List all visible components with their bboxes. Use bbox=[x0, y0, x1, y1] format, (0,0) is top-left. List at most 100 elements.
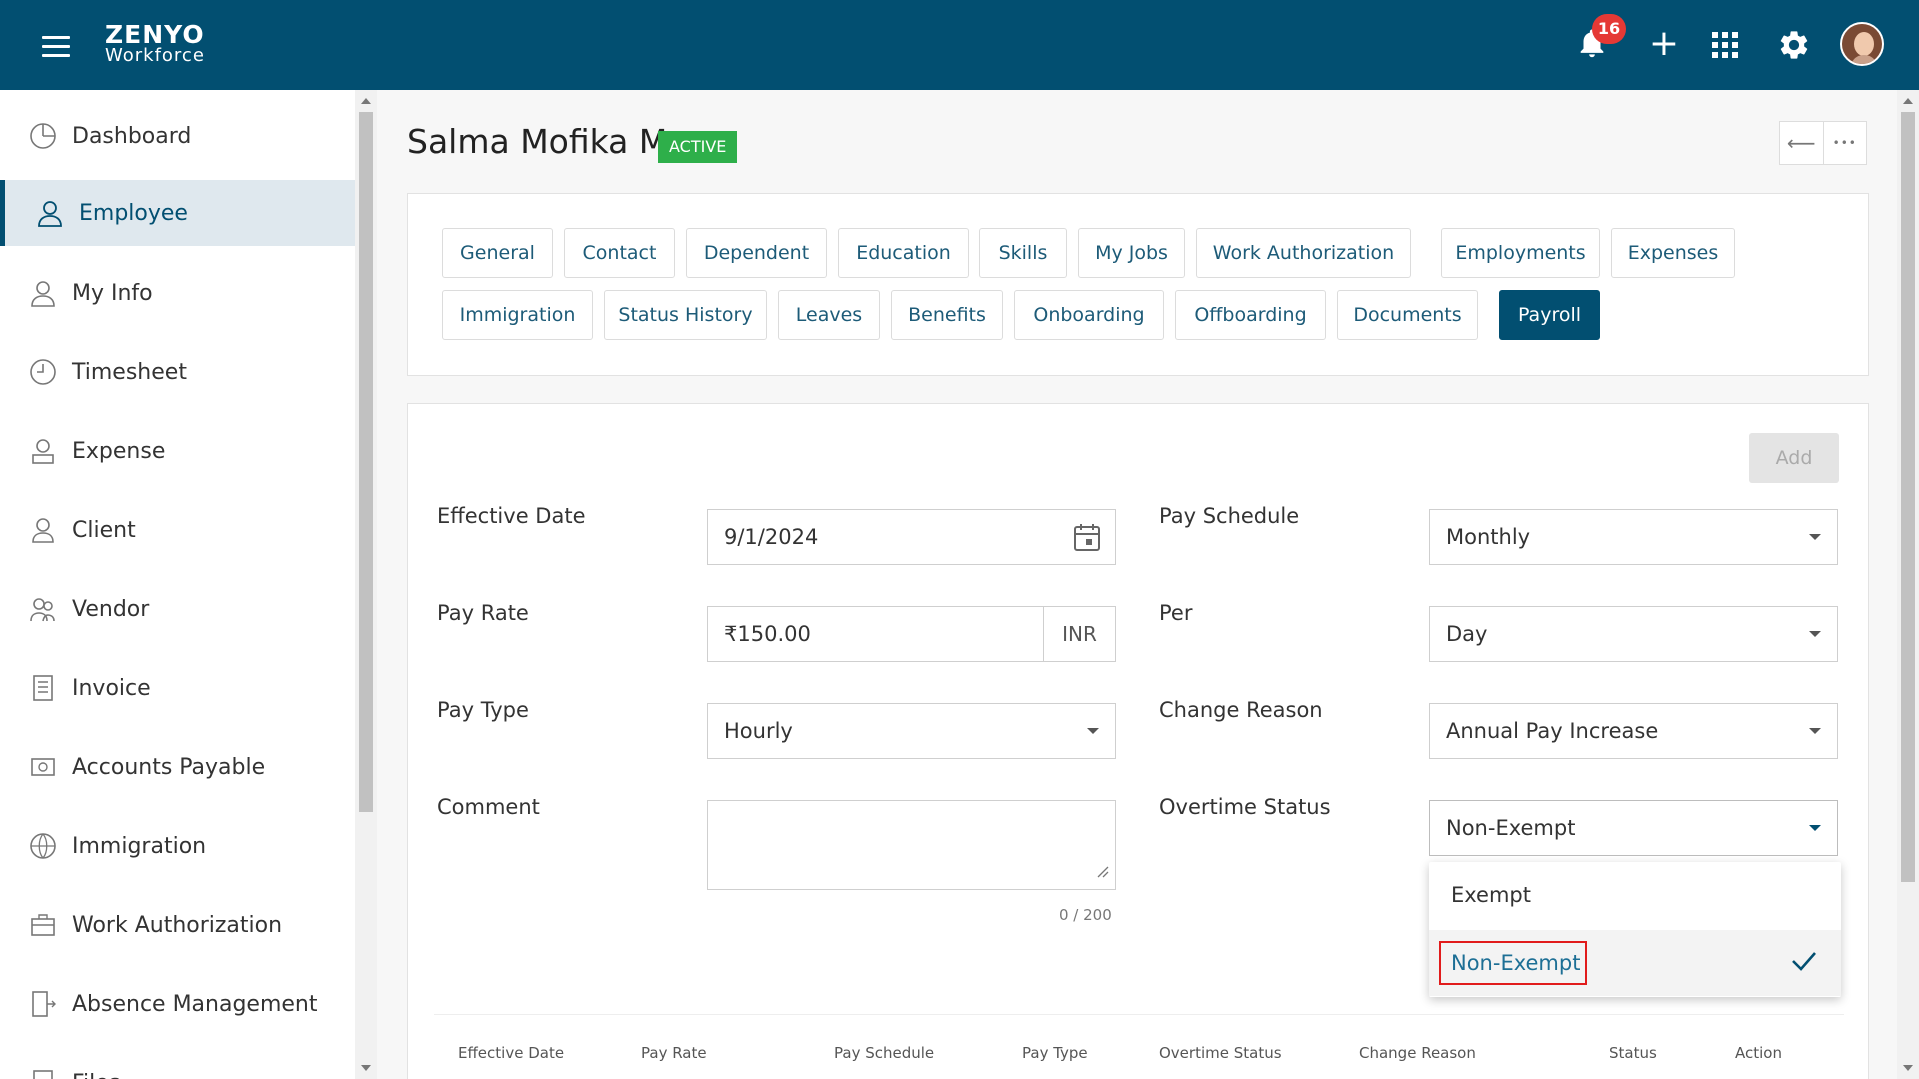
dropdown-option-exempt[interactable]: Exempt bbox=[1429, 862, 1841, 928]
column-header[interactable]: Overtime Status bbox=[1159, 1044, 1282, 1062]
sidebar-item-work-authorization[interactable]: Work Authorization bbox=[0, 892, 355, 958]
pay-rate-input[interactable]: ₹150.00 INR bbox=[707, 606, 1116, 662]
chevron-down-icon bbox=[1809, 534, 1821, 540]
add-button[interactable]: Add bbox=[1749, 433, 1839, 483]
main-scrollbar[interactable] bbox=[1897, 90, 1919, 1079]
tab-leaves[interactable]: Leaves bbox=[778, 290, 880, 340]
comment-textarea[interactable] bbox=[707, 800, 1116, 890]
tab-contact[interactable]: Contact bbox=[564, 228, 675, 278]
pay-rate-label: Pay Rate bbox=[437, 601, 529, 625]
column-header[interactable]: Change Reason bbox=[1359, 1044, 1476, 1062]
checkmark-icon bbox=[1791, 950, 1817, 977]
tab-offboarding[interactable]: Offboarding bbox=[1175, 290, 1326, 340]
calendar-icon[interactable] bbox=[1073, 522, 1101, 557]
overtime-status-label: Overtime Status bbox=[1159, 795, 1331, 819]
sidebar-item-timesheet[interactable]: Timesheet bbox=[0, 339, 355, 405]
sidebar-item-expense[interactable]: Expense bbox=[0, 418, 355, 484]
overtime-status-select[interactable]: Non-Exempt bbox=[1429, 800, 1838, 856]
effective-date-input[interactable]: 9/1/2024 bbox=[707, 509, 1116, 565]
scroll-up-icon[interactable] bbox=[1903, 98, 1913, 104]
tab-documents[interactable]: Documents bbox=[1337, 290, 1478, 340]
sidebar-item-accounts-payable[interactable]: Accounts Payable bbox=[0, 734, 355, 800]
payroll-table-header: Effective Date Pay Rate Pay Schedule Pay… bbox=[434, 1014, 1844, 1079]
pay-schedule-select[interactable]: Monthly bbox=[1429, 509, 1838, 565]
employee-icon bbox=[35, 198, 65, 228]
sidebar-item-dashboard[interactable]: Dashboard bbox=[0, 103, 355, 169]
resize-handle-icon[interactable] bbox=[1095, 859, 1109, 883]
user-avatar[interactable] bbox=[1840, 22, 1884, 66]
comment-label: Comment bbox=[437, 795, 540, 819]
apps-grid-icon[interactable] bbox=[1710, 30, 1750, 70]
tab-onboarding[interactable]: Onboarding bbox=[1014, 290, 1164, 340]
files-icon bbox=[28, 1068, 58, 1079]
sidebar-item-client[interactable]: Client bbox=[0, 497, 355, 563]
tab-benefits[interactable]: Benefits bbox=[891, 290, 1003, 340]
sidebar: Dashboard Employee My Info Timesheet Exp… bbox=[0, 90, 355, 1079]
column-header[interactable]: Pay Type bbox=[1022, 1044, 1088, 1062]
change-reason-select[interactable]: Annual Pay Increase bbox=[1429, 703, 1838, 759]
scroll-up-icon[interactable] bbox=[361, 98, 371, 104]
chevron-down-icon bbox=[1809, 825, 1821, 831]
back-arrow-icon[interactable]: ⟵ bbox=[1780, 122, 1824, 164]
column-header[interactable]: Pay Rate bbox=[641, 1044, 707, 1062]
tab-expenses[interactable]: Expenses bbox=[1611, 228, 1735, 278]
pay-schedule-label: Pay Schedule bbox=[1159, 504, 1300, 528]
invoice-icon bbox=[28, 673, 58, 703]
tab-payroll[interactable]: Payroll bbox=[1499, 290, 1600, 340]
settings-gear-icon[interactable] bbox=[1777, 28, 1817, 68]
tab-dependent[interactable]: Dependent bbox=[686, 228, 827, 278]
column-header[interactable]: Effective Date bbox=[458, 1044, 564, 1062]
more-options-icon[interactable]: ••• bbox=[1824, 122, 1867, 164]
tab-education[interactable]: Education bbox=[838, 228, 969, 278]
per-label: Per bbox=[1159, 601, 1193, 625]
tab-my-jobs[interactable]: My Jobs bbox=[1078, 228, 1185, 278]
overtime-status-dropdown: Exempt Non-Exempt bbox=[1429, 862, 1841, 997]
sidebar-item-my-info[interactable]: My Info bbox=[0, 260, 355, 326]
status-badge: ACTIVE bbox=[658, 131, 738, 163]
sidebar-item-immigration[interactable]: Immigration bbox=[0, 813, 355, 879]
payroll-form-card: Add Effective Date 9/1/2024 Pay Rate ₹15… bbox=[407, 403, 1869, 1079]
employee-name: Salma Mofika M bbox=[407, 122, 668, 161]
currency-addon: INR bbox=[1043, 607, 1115, 661]
column-header[interactable]: Action bbox=[1735, 1044, 1782, 1062]
main-scroll-thumb[interactable] bbox=[1901, 112, 1915, 882]
top-bar: ZENYO Workforce 16 + bbox=[0, 0, 1919, 90]
dashboard-icon bbox=[28, 121, 58, 151]
tab-general[interactable]: General bbox=[442, 228, 553, 278]
chevron-down-icon bbox=[1087, 728, 1099, 734]
sidebar-item-employee[interactable]: Employee bbox=[0, 180, 355, 246]
app-logo[interactable]: ZENYO Workforce bbox=[105, 22, 205, 65]
tab-immigration[interactable]: Immigration bbox=[442, 290, 593, 340]
per-select[interactable]: Day bbox=[1429, 606, 1838, 662]
change-reason-label: Change Reason bbox=[1159, 698, 1323, 722]
sidebar-item-invoice[interactable]: Invoice bbox=[0, 655, 355, 721]
tab-work-authorization[interactable]: Work Authorization bbox=[1196, 228, 1411, 278]
tabs-card: General Contact Dependent Education Skil… bbox=[407, 193, 1869, 376]
main-content: Salma Mofika M ACTIVE ⟵ ••• General Cont… bbox=[377, 90, 1897, 1079]
accounts-payable-icon bbox=[28, 752, 58, 782]
sidebar-scroll-thumb[interactable] bbox=[359, 112, 373, 812]
tab-employments[interactable]: Employments bbox=[1441, 228, 1600, 278]
my-info-icon bbox=[28, 278, 58, 308]
scroll-down-icon[interactable] bbox=[1903, 1065, 1913, 1071]
tab-skills[interactable]: Skills bbox=[979, 228, 1067, 278]
header-actions: ⟵ ••• bbox=[1779, 121, 1867, 165]
chevron-down-icon bbox=[1809, 631, 1821, 637]
dropdown-option-non-exempt[interactable]: Non-Exempt bbox=[1429, 930, 1841, 996]
absence-icon bbox=[28, 989, 58, 1019]
tab-status-history[interactable]: Status History bbox=[604, 290, 767, 340]
scroll-down-icon[interactable] bbox=[361, 1065, 371, 1071]
add-icon[interactable]: + bbox=[1644, 24, 1684, 64]
column-header[interactable]: Pay Schedule bbox=[834, 1044, 934, 1062]
comment-counter: 0 / 200 bbox=[1059, 906, 1112, 924]
sidebar-item-absence-management[interactable]: Absence Management bbox=[0, 971, 355, 1037]
pay-type-select[interactable]: Hourly bbox=[707, 703, 1116, 759]
hamburger-menu-icon[interactable] bbox=[42, 36, 70, 58]
sidebar-scrollbar[interactable] bbox=[355, 90, 377, 1079]
sidebar-item-vendor[interactable]: Vendor bbox=[0, 576, 355, 642]
column-header[interactable]: Status bbox=[1609, 1044, 1657, 1062]
highlight-box bbox=[1439, 941, 1587, 985]
sidebar-item-files[interactable]: Files bbox=[0, 1050, 355, 1079]
pay-type-label: Pay Type bbox=[437, 698, 529, 722]
briefcase-icon bbox=[28, 910, 58, 940]
